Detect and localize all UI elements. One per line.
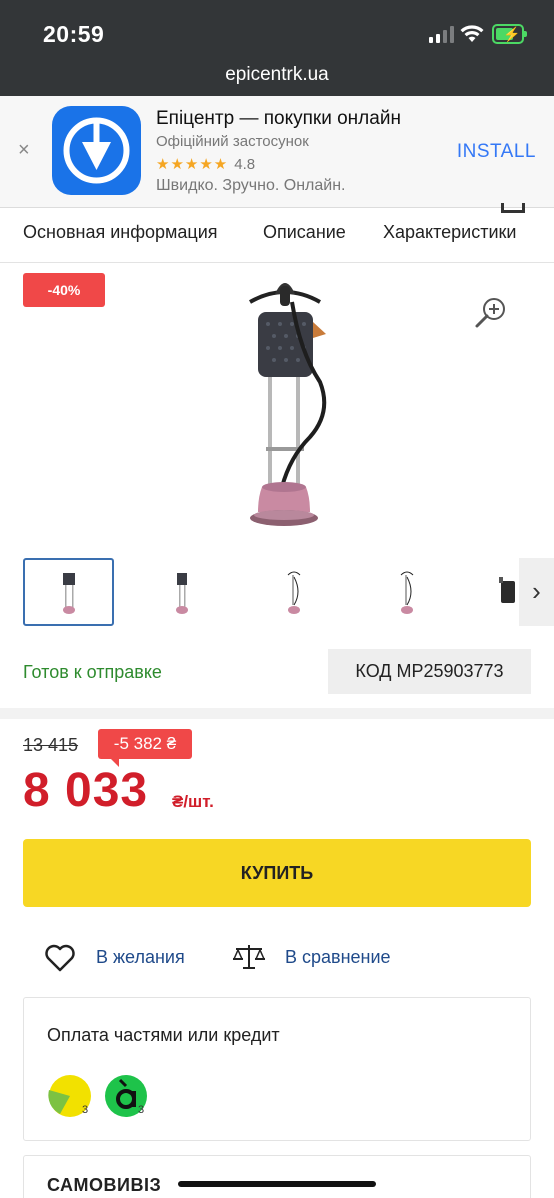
cart-icon-edge bbox=[501, 203, 525, 213]
wifi-icon bbox=[460, 25, 484, 42]
tabs-divider bbox=[0, 262, 554, 263]
old-price: 13 415 bbox=[23, 735, 79, 755]
pickup-title: САМОВИВІЗ bbox=[47, 1175, 162, 1195]
savings-badge: -5 382 ₴ bbox=[98, 729, 192, 767]
address-url[interactable]: epicentrk.ua bbox=[0, 64, 554, 86]
app-title: Епіцентр — покупки онлайн bbox=[156, 108, 401, 129]
tab-characteristics[interactable]: Характеристики bbox=[383, 222, 516, 243]
thumbnail-3[interactable] bbox=[248, 558, 339, 626]
price-unit: ₴/шт. bbox=[172, 792, 214, 811]
thumbnail-2[interactable] bbox=[136, 558, 227, 626]
product-code: КОД MP25903773 bbox=[328, 649, 531, 694]
close-banner-button[interactable]: × bbox=[18, 139, 30, 162]
wishlist-link[interactable]: В желания bbox=[96, 947, 185, 968]
thumbnail-strip bbox=[0, 558, 554, 628]
credit-title: Оплата частями или кредит bbox=[47, 1025, 280, 1045]
availability-status: Готов к отправке bbox=[23, 662, 162, 682]
app-description: Швидко. Зручно. Онлайн. bbox=[156, 177, 346, 194]
status-time: 20:59 bbox=[43, 21, 105, 47]
app-rating: ★★★★★ 4.8 bbox=[156, 155, 255, 173]
bank-1-badge: 3 bbox=[82, 1104, 89, 1116]
app-subtitle: Офіційний застосунок bbox=[156, 133, 309, 150]
current-price: 8 033 bbox=[23, 764, 149, 817]
discount-badge: -40% bbox=[23, 273, 105, 307]
scales-icon[interactable] bbox=[232, 942, 266, 972]
install-button[interactable]: INSTALL bbox=[457, 141, 536, 163]
status-bar: 20:59 ⚡ epicentrk.ua bbox=[0, 0, 554, 96]
buy-button[interactable]: КУПИТЬ bbox=[23, 839, 531, 907]
home-indicator[interactable] bbox=[178, 1181, 376, 1187]
battery-icon: ⚡ bbox=[492, 24, 527, 44]
thumbnail-1[interactable] bbox=[23, 558, 114, 626]
zoom-icon[interactable] bbox=[474, 296, 508, 330]
heart-icon[interactable] bbox=[44, 943, 76, 973]
thumbnail-next-button[interactable]: › bbox=[519, 558, 554, 626]
section-divider bbox=[0, 708, 554, 719]
thumbnail-4[interactable] bbox=[361, 558, 452, 626]
bank-option-1[interactable]: 3 bbox=[48, 1074, 92, 1123]
rating-stars-icon: ★★★★★ bbox=[156, 156, 229, 173]
app-logo-icon bbox=[52, 106, 141, 195]
credit-card bbox=[23, 997, 531, 1141]
signal-icon bbox=[429, 26, 454, 43]
rating-value: 4.8 bbox=[234, 156, 256, 173]
bank-2-badge: 3 bbox=[138, 1104, 145, 1116]
thumbnail-5[interactable] bbox=[474, 558, 519, 626]
product-image[interactable] bbox=[230, 272, 340, 534]
bank-option-2[interactable]: 3 bbox=[104, 1074, 148, 1123]
tab-description[interactable]: Описание bbox=[263, 222, 346, 243]
tab-main-info[interactable]: Основная информация bbox=[23, 222, 218, 243]
compare-link[interactable]: В сравнение bbox=[285, 947, 391, 968]
